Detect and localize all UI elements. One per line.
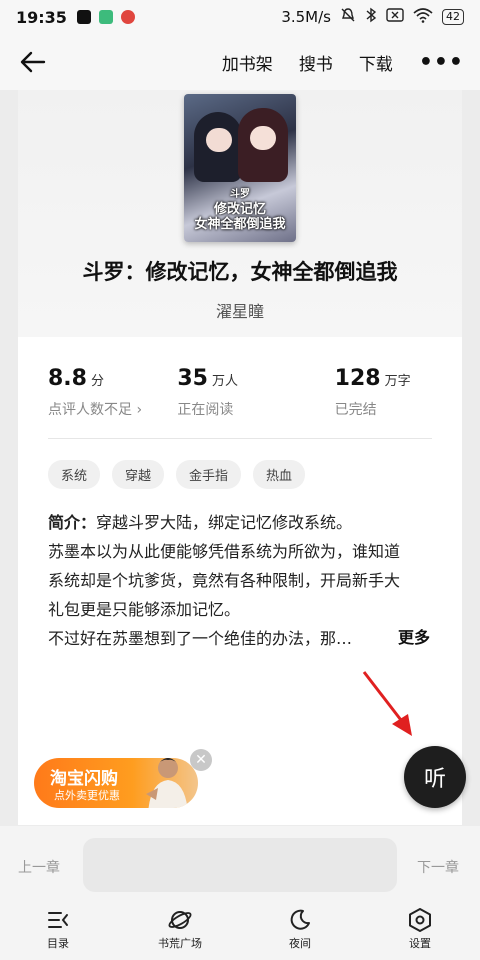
book-synopsis[interactable]: 简介：穿越斗罗大陆，绑定记忆修改系统。 苏墨本以为从此便能够凭借系统为所欲为，谁… xyxy=(48,508,432,653)
bluetooth-icon xyxy=(365,7,377,27)
book-title: 斗罗：修改记忆，女神全都倒追我 xyxy=(82,260,398,284)
tag-system[interactable]: 系统 xyxy=(48,460,101,489)
back-button[interactable] xyxy=(16,45,50,79)
network-speed: 3.5M/s xyxy=(281,8,331,26)
catalog-icon xyxy=(48,912,68,928)
rating-stat[interactable]: 8.8 分 点评人数不足 › xyxy=(48,366,145,419)
tiktok-icon xyxy=(76,10,91,24)
planet-icon xyxy=(168,911,192,929)
synopsis-label: 简介： xyxy=(48,513,97,532)
ad-close-icon[interactable]: ✕ xyxy=(190,749,212,771)
book-header: 斗罗 修改记忆 女神全都倒追我 斗罗：修改记忆，女神全都倒追我 濯星瞳 xyxy=(18,90,462,337)
prev-chapter-button[interactable]: 上一章 xyxy=(18,857,60,877)
add-to-shelf-button[interactable]: 加书架 xyxy=(222,50,273,75)
catalog-button[interactable]: 目录 xyxy=(46,908,70,951)
download-button[interactable]: 下载 xyxy=(359,50,393,75)
readers-stat: 35 万人 正在阅读 xyxy=(177,366,238,418)
ad-subtitle: 点外卖更优惠 xyxy=(54,789,120,802)
tag-cheat[interactable]: 金手指 xyxy=(176,460,242,489)
next-chapter-button[interactable]: 下一章 xyxy=(417,857,459,877)
cover-title-text: 斗罗 修改记忆 女神全都倒追我 xyxy=(194,189,286,232)
tag-list: 系统 穿越 金手指 热血 xyxy=(48,460,306,489)
moon-icon xyxy=(290,909,310,930)
more-options-icon[interactable]: ••• xyxy=(419,50,464,75)
ad-person-image xyxy=(146,758,188,808)
status-time: 19:35 xyxy=(16,7,67,27)
search-book-button[interactable]: 搜书 xyxy=(299,50,333,75)
word-count-stat: 128 万字 已完结 xyxy=(334,366,411,418)
red-arrow-annotation xyxy=(362,671,412,736)
top-nav: 加书架 搜书 下载 ••• xyxy=(0,34,480,90)
no-sim-icon xyxy=(386,8,404,26)
wifi-icon xyxy=(413,7,433,27)
battery-indicator: 42 xyxy=(442,9,464,25)
bottom-nav: 目录 书荒广场 夜间 设置 xyxy=(0,904,480,960)
settings-icon xyxy=(409,908,431,932)
tag-passion[interactable]: 热血 xyxy=(253,460,306,489)
ad-title: 淘宝闪购 xyxy=(50,769,118,789)
book-cover[interactable]: 斗罗 修改记忆 女神全都倒追我 xyxy=(184,94,296,242)
settings-button[interactable]: 设置 xyxy=(407,908,433,951)
chapter-progress-slider[interactable] xyxy=(83,838,397,892)
synopsis-more-button[interactable]: 更多 xyxy=(398,624,430,648)
game-app-icon xyxy=(98,10,113,24)
tag-transmigration[interactable]: 穿越 xyxy=(112,460,165,489)
music-app-icon xyxy=(120,10,135,24)
listen-button[interactable]: 听 xyxy=(404,746,466,808)
chapter-bar: 上一章 下一章 xyxy=(0,826,480,904)
ad-banner[interactable]: 淘宝闪购 点外卖更优惠 xyxy=(34,758,198,808)
divider xyxy=(48,438,432,439)
back-arrow-icon xyxy=(20,51,46,73)
night-mode-button[interactable]: 夜间 xyxy=(288,908,312,951)
status-bar: 19:35 3.5M/s 42 xyxy=(0,0,480,34)
book-author[interactable]: 濯星瞳 xyxy=(18,298,462,322)
book-stats: 8.8 分 点评人数不足 › 35 万人 正在阅读 128 万字 已完结 xyxy=(48,366,432,419)
mute-icon xyxy=(340,7,356,27)
bookstore-button[interactable]: 书荒广场 xyxy=(158,908,202,951)
